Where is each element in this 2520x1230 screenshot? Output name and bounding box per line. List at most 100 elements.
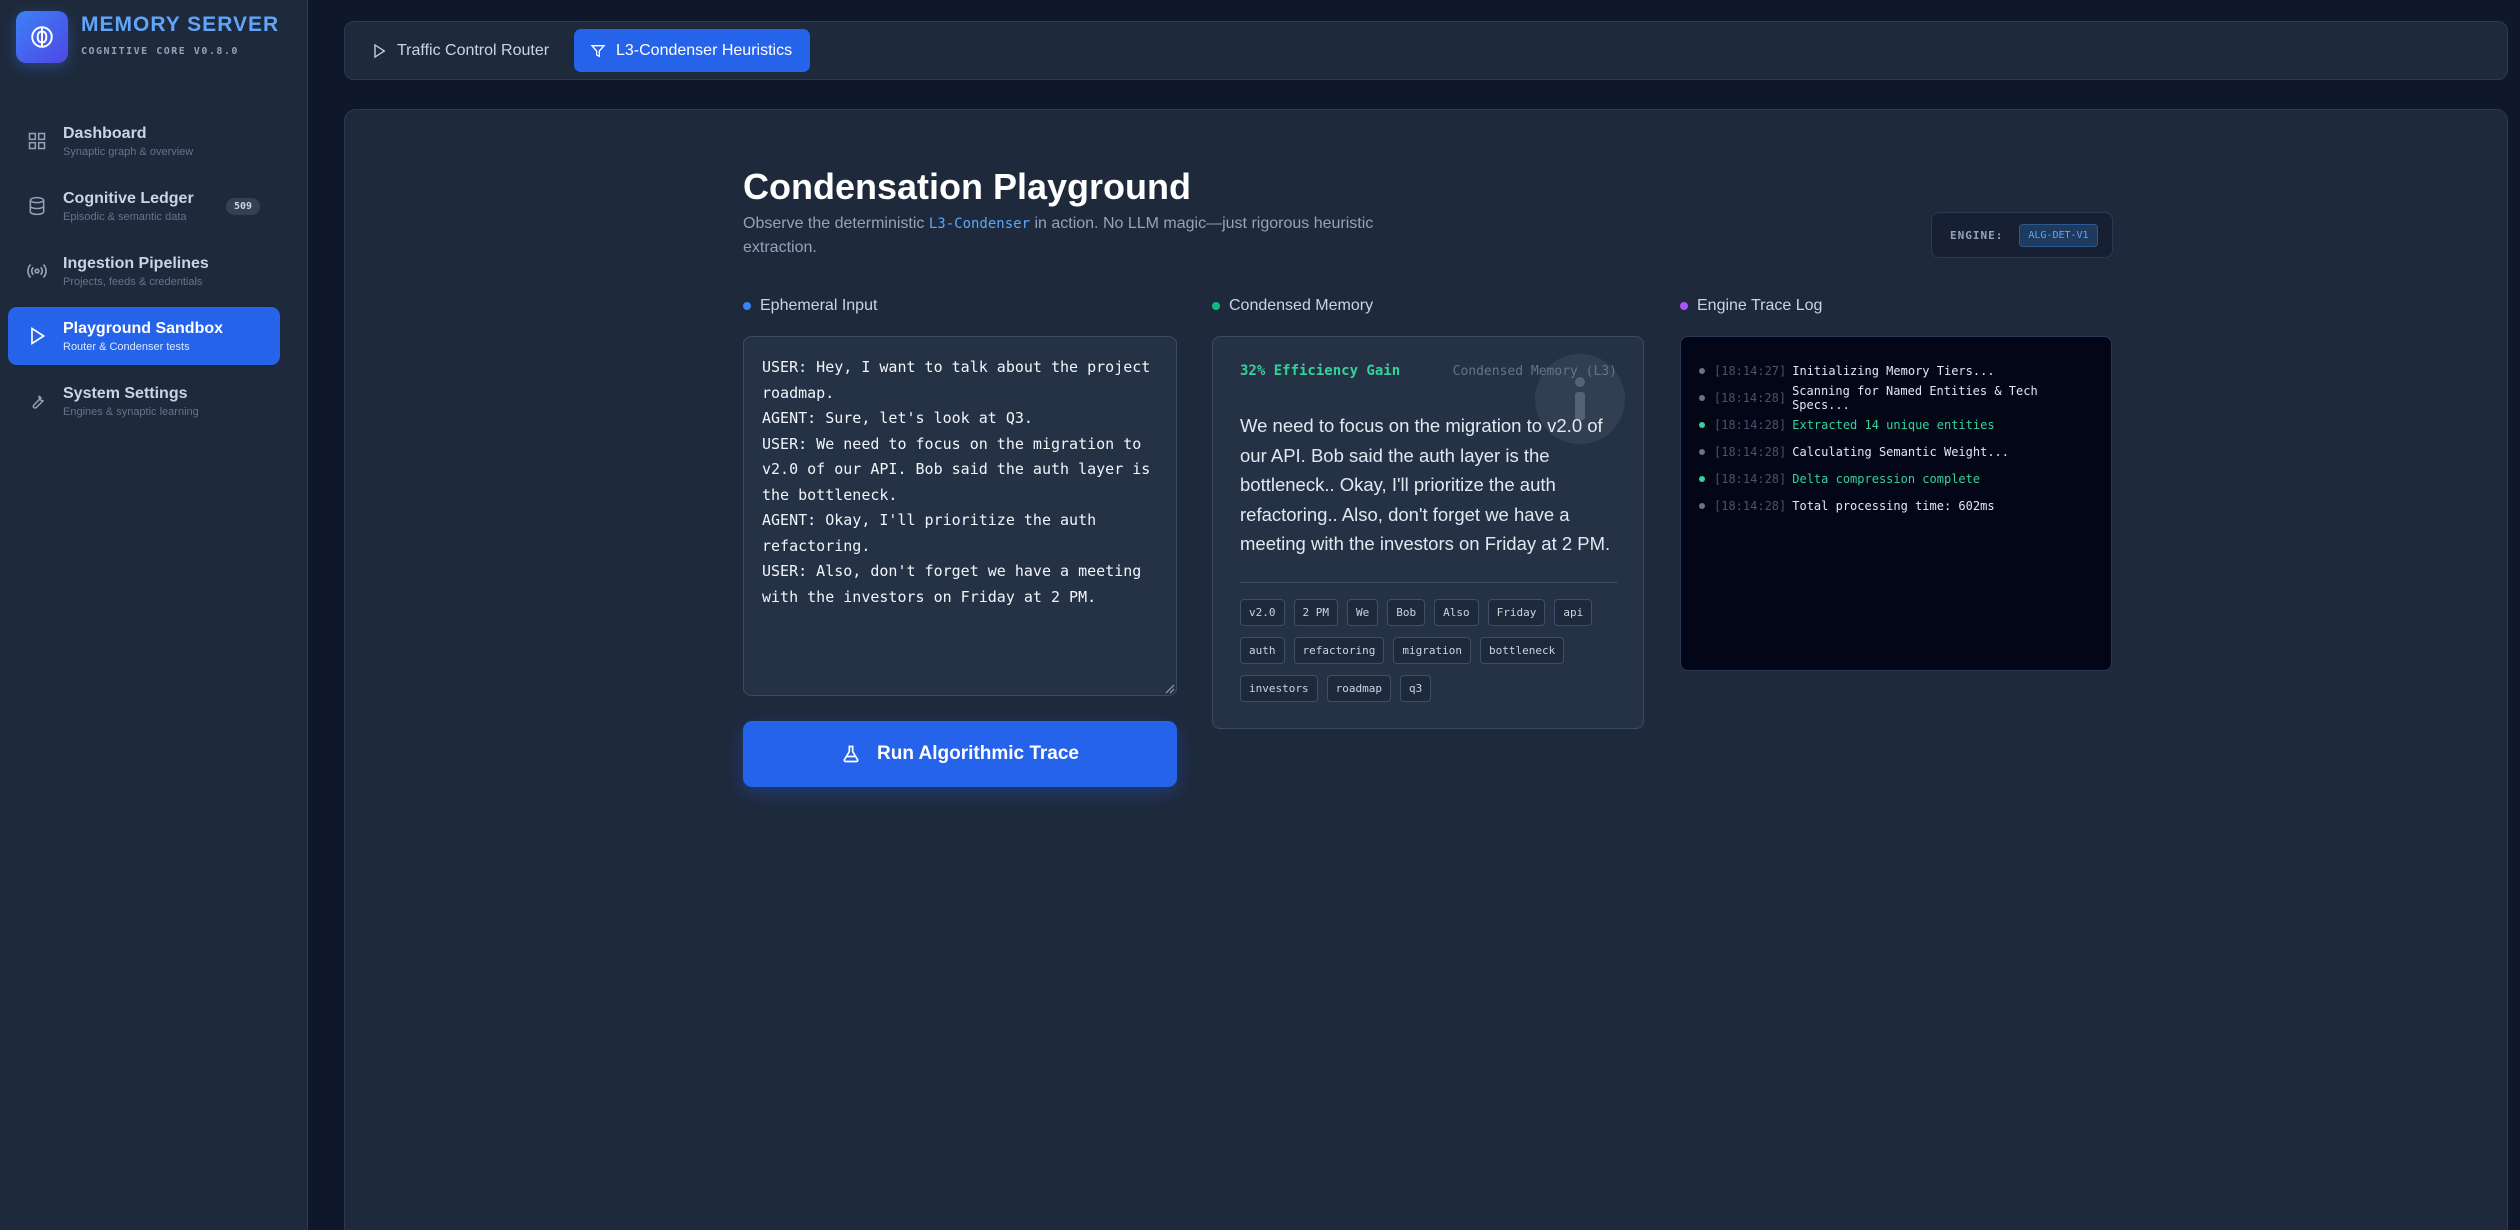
- condensed-memory-card: 32% Efficiency Gain Condensed Memory (L3…: [1212, 336, 1644, 729]
- page-title: Condensation Playground: [743, 166, 1192, 207]
- brand-version: COGNITIVE CORE V0.8.0: [81, 46, 239, 57]
- heading-label: Condensed Memory: [1229, 297, 1374, 314]
- sidebar-item-cognitive-ledger[interactable]: Cognitive Ledger Episodic & semantic dat…: [8, 177, 280, 235]
- tab-l3-condenser-heuristics[interactable]: L3-Condenser Heuristics: [574, 29, 810, 72]
- log-time: [18:14:28]: [1714, 471, 1787, 486]
- divider: [1240, 582, 1618, 583]
- sidebar: MEMORY SERVER COGNITIVE CORE V0.8.0 Dash…: [0, 0, 308, 1230]
- button-label: Run Algorithmic Trace: [877, 743, 1079, 764]
- sidebar-item-desc: Synaptic graph & overview: [63, 145, 194, 158]
- database-icon: [26, 195, 48, 217]
- tab-bar: Traffic Control Router L3-Condenser Heur…: [344, 21, 2508, 80]
- log-line: [18:14:28] Calculating Semantic Weight..…: [1699, 438, 2093, 465]
- condensed-text: We need to focus on the migration to v2.…: [1240, 415, 1611, 554]
- sidebar-nav: Dashboard Synaptic graph & overview Cogn…: [8, 112, 280, 437]
- entity-tag: 2 PM: [1293, 599, 1338, 626]
- entity-tags: v2.0 2 PM We Bob Also Friday api auth re…: [1240, 599, 1630, 713]
- engine-trace-log[interactable]: [18:14:27] Initializing Memory Tiers... …: [1680, 336, 2112, 671]
- engine-indicator: ENGINE: ALG-DET-V1: [1931, 212, 2113, 258]
- log-status-dot: [1699, 448, 1705, 455]
- tab-traffic-control-router[interactable]: Traffic Control Router: [355, 29, 573, 72]
- tab-label: L3-Condenser Heuristics: [616, 41, 793, 59]
- status-dot: [1680, 302, 1688, 310]
- sidebar-item-desc: Router & Condenser tests: [63, 340, 190, 353]
- filter-icon: [590, 44, 606, 57]
- brand-title: MEMORY SERVER: [81, 13, 280, 36]
- sidebar-item-ingestion-pipelines[interactable]: Ingestion Pipelines Projects, feeds & cr…: [8, 242, 280, 300]
- log-line: [18:14:28] Scanning for Named Entities &…: [1699, 383, 2093, 412]
- entity-tag: We: [1347, 599, 1379, 626]
- sidebar-item-playground-sandbox[interactable]: Playground Sandbox Router & Condenser te…: [8, 307, 280, 365]
- subtitle-code: L3-Condenser: [928, 216, 1031, 232]
- entity-tag: roadmap: [1326, 675, 1391, 702]
- log-status-dot: [1699, 475, 1705, 482]
- trace-heading: Engine Trace Log: [1680, 297, 1822, 315]
- engine-value-badge: ALG-DET-V1: [2019, 223, 2098, 247]
- efficiency-gain: 32% Efficiency Gain: [1240, 363, 1401, 379]
- log-status-dot: [1699, 394, 1705, 401]
- log-time: [18:14:27]: [1714, 363, 1787, 378]
- sidebar-item-label: Ingestion Pipelines: [63, 254, 209, 272]
- run-algorithmic-trace-button[interactable]: Run Algorithmic Trace: [743, 721, 1177, 787]
- brain-logo-icon: [16, 11, 68, 63]
- sidebar-item-desc: Projects, feeds & credentials: [63, 275, 203, 288]
- entity-tag: api: [1554, 599, 1593, 626]
- broadcast-icon: [26, 260, 48, 282]
- condensed-heading: Condensed Memory: [1212, 297, 1373, 315]
- entity-tag: bottleneck: [1479, 637, 1565, 664]
- entity-tag: investors: [1240, 675, 1318, 702]
- entity-tag: Also: [1434, 599, 1479, 626]
- input-heading: Ephemeral Input: [743, 297, 877, 315]
- grid-icon: [26, 130, 48, 152]
- log-time: [18:14:28]: [1714, 417, 1787, 432]
- subtitle-text: Observe the deterministic: [743, 215, 929, 232]
- log-status-dot: [1699, 367, 1705, 374]
- entity-tag: Bob: [1387, 599, 1426, 626]
- ephemeral-input-textarea[interactable]: USER: Hey, I want to talk about the proj…: [743, 336, 1177, 696]
- brand[interactable]: MEMORY SERVER COGNITIVE CORE V0.8.0: [16, 11, 279, 63]
- sidebar-item-label: Dashboard: [63, 124, 147, 142]
- play-icon: [374, 43, 386, 58]
- heading-label: Ephemeral Input: [760, 297, 878, 314]
- log-status-dot: [1699, 421, 1705, 428]
- log-line: [18:14:28] Extracted 14 unique entities: [1699, 411, 2093, 438]
- entity-tag: v2.0: [1240, 599, 1285, 626]
- log-time: [18:14:28]: [1714, 498, 1787, 513]
- engine-label: ENGINE:: [1950, 228, 2004, 242]
- entity-tag: auth: [1240, 637, 1285, 664]
- log-line: [18:14:28] Total processing time: 602ms: [1699, 492, 2093, 519]
- sidebar-item-desc: Engines & synaptic learning: [63, 405, 199, 418]
- main-panel: Condensation Playground Observe the dete…: [344, 109, 2508, 1230]
- status-dot: [743, 302, 751, 310]
- resize-handle-icon[interactable]: [1165, 684, 1175, 694]
- count-badge: 509: [226, 198, 261, 215]
- flask-icon: [843, 745, 859, 763]
- log-message: Total processing time: 602ms: [1792, 498, 1995, 513]
- log-line: [18:14:27] Initializing Memory Tiers...: [1699, 357, 2093, 384]
- log-message: Extracted 14 unique entities: [1792, 417, 1995, 432]
- entity-tag: migration: [1393, 637, 1471, 664]
- sidebar-item-label: Cognitive Ledger: [63, 189, 194, 207]
- log-line: [18:14:28] Delta compression complete: [1699, 465, 2093, 492]
- heading-label: Engine Trace Log: [1697, 297, 1823, 314]
- log-time: [18:14:28]: [1714, 444, 1787, 459]
- entity-tag: refactoring: [1293, 637, 1385, 664]
- sidebar-item-desc: Episodic & semantic data: [63, 210, 187, 223]
- play-icon: [26, 325, 48, 347]
- sidebar-item-system-settings[interactable]: System Settings Engines & synaptic learn…: [8, 372, 280, 430]
- entity-tag: q3: [1399, 675, 1432, 702]
- sidebar-item-label: System Settings: [63, 384, 188, 402]
- log-message: Initializing Memory Tiers...: [1792, 363, 1995, 378]
- wrench-icon: [26, 390, 48, 412]
- log-status-dot: [1699, 502, 1705, 509]
- log-message: Calculating Semantic Weight...: [1792, 444, 2009, 459]
- log-time: [18:14:28]: [1713, 390, 1787, 405]
- log-message: Scanning for Named Entities & Tech Specs…: [1792, 383, 2038, 412]
- condensed-memory-label: Condensed Memory (L3): [1452, 364, 1617, 379]
- sidebar-item-dashboard[interactable]: Dashboard Synaptic graph & overview: [8, 112, 280, 170]
- page-subtitle: Observe the deterministic L3-Condenser i…: [743, 212, 1423, 260]
- entity-tag: Friday: [1487, 599, 1546, 626]
- log-message: Delta compression complete: [1792, 471, 1981, 486]
- status-dot: [1212, 302, 1220, 310]
- tab-label: Traffic Control Router: [397, 41, 550, 59]
